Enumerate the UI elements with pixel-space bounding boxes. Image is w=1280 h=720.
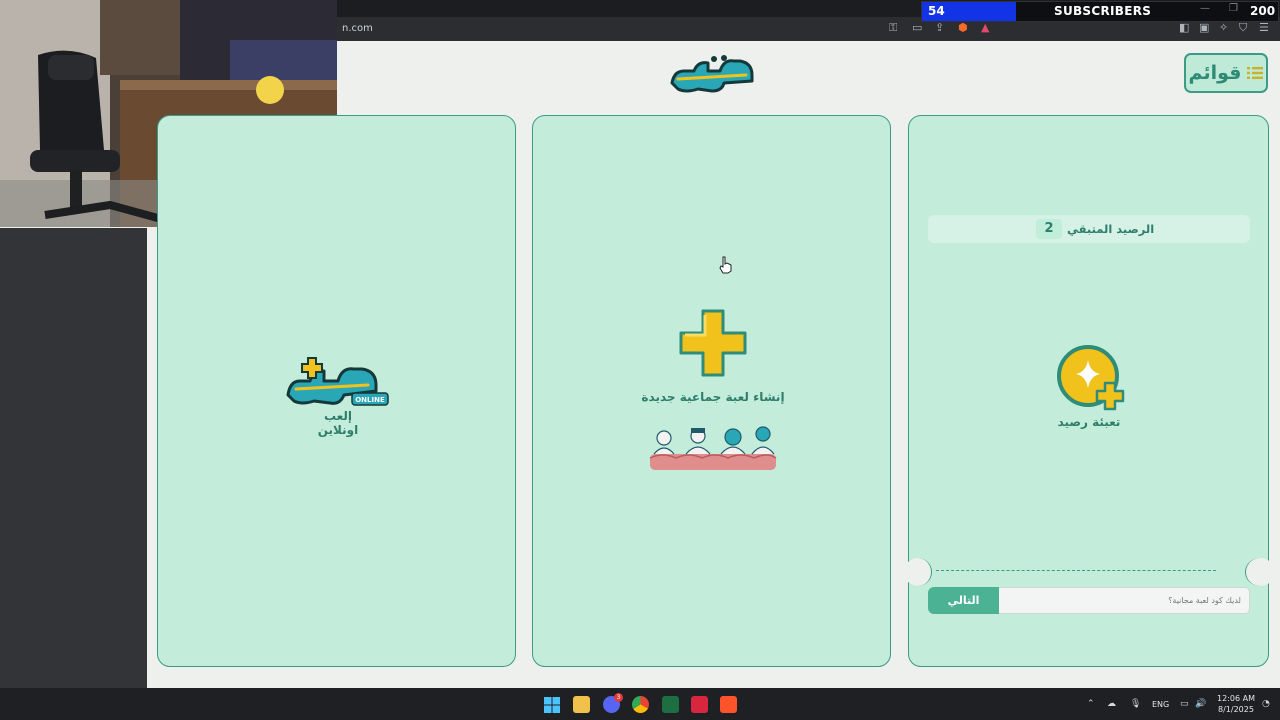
tray-app-icon[interactable]: ☁ — [1107, 699, 1116, 709]
online-badge: ONLINE — [355, 396, 385, 404]
chrome-icon[interactable] — [632, 696, 649, 713]
file-explorer-icon[interactable] — [573, 696, 590, 713]
left-panel — [0, 228, 147, 688]
list-icon — [1247, 67, 1264, 79]
free-code-input[interactable] — [998, 587, 1250, 614]
online-logo[interactable]: ONLINE — [284, 355, 392, 407]
key-icon[interactable]: ⚿ — [889, 22, 897, 34]
recharge-label[interactable]: تعبئة رصيد — [1048, 415, 1130, 429]
subscriber-goal: 200 — [1250, 4, 1276, 18]
brave-shield-icon[interactable]: ⬢ — [958, 22, 968, 34]
volume-icon[interactable]: 🔊 — [1195, 699, 1206, 709]
ticket-notch-right — [1245, 558, 1275, 586]
recharge-icon[interactable] — [1055, 345, 1125, 411]
discord-badge: 3 — [614, 693, 623, 702]
vpn-icon[interactable]: ⛉ — [1239, 22, 1247, 34]
hand-cursor-icon — [719, 256, 733, 274]
play-online-label[interactable]: إلعب اونلاين — [306, 409, 370, 437]
browser-menu-icon[interactable]: ☰ — [1259, 22, 1269, 34]
language-indicator[interactable]: ENG — [1152, 700, 1169, 709]
cast-icon[interactable]: ▭ — [912, 22, 922, 34]
hand-cursor-image — [719, 256, 732, 274]
microphone-icon[interactable]: 🎙 — [1130, 699, 1141, 709]
rewards-icon[interactable]: ▲ — [981, 22, 989, 34]
logo-image — [670, 55, 754, 93]
create-game-label[interactable]: إنشاء لعبة جماعية جديدة — [620, 390, 806, 404]
network-icon[interactable]: ▭ — [1180, 699, 1189, 709]
minimize-icon[interactable]: — — [1200, 3, 1210, 14]
online-logo-image: ONLINE — [286, 357, 389, 406]
subscriber-count: 54 — [928, 4, 945, 18]
plus-icon-image — [679, 309, 747, 377]
clock-date[interactable]: 8/1/2025 — [1218, 705, 1254, 714]
leo-icon[interactable]: ✧ — [1219, 22, 1228, 34]
ticket-notch-left — [904, 558, 932, 586]
site-logo[interactable] — [668, 53, 756, 95]
brave-icon[interactable] — [720, 696, 737, 713]
people-illustration-image — [649, 426, 777, 470]
clock-time[interactable]: 12:06 AM — [1217, 694, 1255, 703]
next-button[interactable]: التالي — [928, 587, 999, 614]
address-url[interactable]: n.com — [342, 23, 373, 34]
subscriber-label: SUBSCRIBERS — [1054, 4, 1152, 18]
recharge-icon-image — [1057, 345, 1125, 411]
menu-button[interactable]: قوائم — [1184, 53, 1268, 93]
balance-value: 2 — [1036, 219, 1062, 239]
people-illustration — [648, 424, 778, 472]
windows-logo — [544, 697, 560, 713]
windows-start-icon[interactable] — [544, 697, 560, 713]
maximize-icon[interactable]: ❐ — [1229, 3, 1238, 14]
menu-label: قوائم — [1188, 62, 1242, 84]
wallet-icon[interactable]: ▣ — [1199, 22, 1209, 34]
red-app-icon[interactable] — [691, 696, 708, 713]
plus-icon[interactable] — [679, 309, 747, 377]
tray-overflow-icon[interactable]: ⌃ — [1087, 699, 1095, 709]
dashed-divider — [936, 570, 1216, 571]
sidebar-toggle-icon[interactable]: ◧ — [1179, 22, 1189, 34]
excel-icon[interactable] — [662, 696, 679, 713]
share-icon[interactable]: ⇪ — [935, 22, 944, 34]
notification-icon[interactable]: ◔ — [1262, 699, 1270, 709]
balance-label: الرصيد المتبقي — [1067, 222, 1155, 236]
